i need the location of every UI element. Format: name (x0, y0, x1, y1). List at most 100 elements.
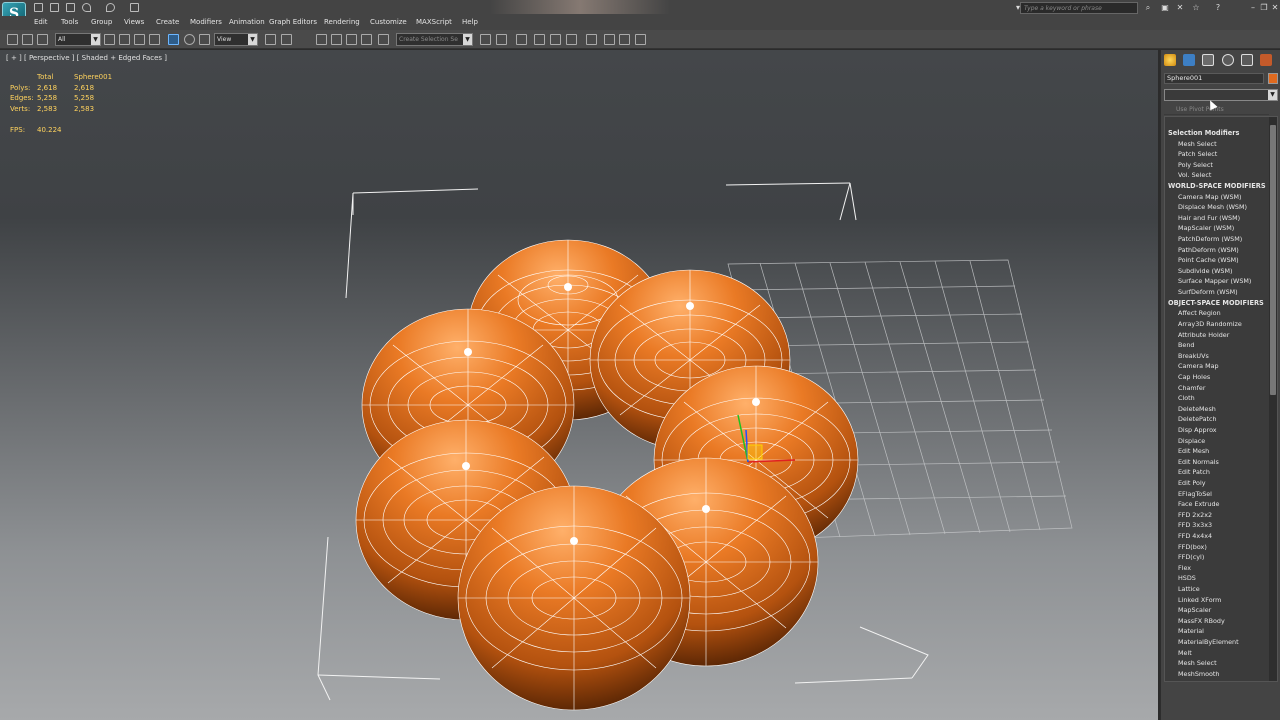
unlink-selection-icon[interactable] (22, 34, 33, 45)
modifier-item[interactable]: Camera Map (WSM) (1178, 193, 1242, 201)
redo-icon[interactable] (106, 3, 115, 12)
modifier-item[interactable]: Surface Mapper (WSM) (1178, 277, 1251, 285)
render-setup-icon[interactable] (604, 34, 615, 45)
modifier-item[interactable]: Array3D Randomize (1178, 320, 1242, 328)
modify-tab-icon[interactable] (1183, 54, 1195, 66)
modifier-item[interactable]: FFD(box) (1178, 543, 1207, 551)
named-selection-sets-dropdown[interactable]: Create Selection Se ▼ (396, 33, 473, 46)
modifier-item[interactable]: MeshSmooth (1178, 670, 1219, 678)
menu-help[interactable]: Help (462, 18, 478, 26)
close-icon[interactable]: ✕ (1270, 3, 1280, 13)
menu-edit[interactable]: Edit (34, 18, 48, 26)
modifier-item[interactable]: Patch Select (1178, 150, 1217, 158)
curve-editor-icon[interactable] (550, 34, 561, 45)
help-icon[interactable]: ? (1213, 3, 1223, 13)
modifier-item[interactable]: Mesh Select (1178, 140, 1217, 148)
motion-tab-icon[interactable] (1222, 54, 1234, 66)
modifier-list-popup[interactable]: Selection Modifiers Mesh Select Patch Se… (1164, 116, 1278, 682)
save-file-icon[interactable] (66, 3, 75, 12)
rendered-frame-window-icon[interactable] (619, 34, 630, 45)
menu-create[interactable]: Create (156, 18, 179, 26)
modifier-item[interactable]: MapScaler (WSM) (1178, 224, 1234, 232)
select-and-rotate-icon[interactable] (184, 34, 195, 45)
modifier-item[interactable]: Edit Poly (1178, 479, 1206, 487)
subscription-icon[interactable]: ▣ (1160, 3, 1170, 13)
modifier-item[interactable]: Chamfer (1178, 384, 1205, 392)
layer-manager-icon[interactable] (516, 34, 527, 45)
modifier-item[interactable]: FFD(cyl) (1178, 553, 1204, 561)
menu-views[interactable]: Views (124, 18, 144, 26)
create-tab-icon[interactable] (1164, 54, 1176, 66)
select-and-move-icon[interactable] (168, 34, 179, 45)
modifier-item[interactable]: Face Extrude (1178, 500, 1219, 508)
modifier-item[interactable]: Displace Mesh (WSM) (1178, 203, 1247, 211)
angle-snap-icon[interactable] (331, 34, 342, 45)
modifier-item[interactable]: SurfDeform (WSM) (1178, 288, 1238, 296)
modifier-item[interactable]: Poly Select (1178, 161, 1213, 169)
menu-animation[interactable]: Animation (229, 18, 265, 26)
menu-group[interactable]: Group (91, 18, 112, 26)
new-file-icon[interactable] (34, 3, 43, 12)
modifier-item[interactable]: Subdivide (WSM) (1178, 267, 1232, 275)
selection-filter-dropdown[interactable]: All ▼ (55, 33, 101, 46)
modifier-item[interactable]: MaterialByElement (1178, 638, 1239, 646)
modifier-item[interactable]: FFD 3x3x3 (1178, 521, 1212, 529)
menu-tools[interactable]: Tools (61, 18, 78, 26)
perspective-viewport[interactable]: [ + ] [ Perspective ] [ Shaded + Edged F… (0, 50, 1158, 720)
undo-icon[interactable] (82, 3, 91, 12)
hierarchy-tab-icon[interactable] (1202, 54, 1214, 66)
pivot-center-icon[interactable] (265, 34, 276, 45)
minimize-icon[interactable]: – (1248, 3, 1258, 13)
menu-modifiers[interactable]: Modifiers (190, 18, 222, 26)
modifier-item[interactable]: Material (1178, 627, 1204, 635)
modifier-item[interactable]: Linked XForm (1178, 596, 1221, 604)
display-tab-icon[interactable] (1241, 54, 1253, 66)
bind-space-warp-icon[interactable] (37, 34, 48, 45)
open-file-icon[interactable] (50, 3, 59, 12)
viewport-label[interactable]: [ + ] [ Perspective ] [ Shaded + Edged F… (6, 54, 167, 62)
modifier-item[interactable]: Edit Mesh (1178, 447, 1209, 455)
chevron-down-icon[interactable]: ▾ (1013, 3, 1023, 13)
search-input[interactable]: Type a keyword or phrase (1020, 2, 1138, 14)
menu-maxscript[interactable]: MAXScript (416, 18, 452, 26)
percent-snap-icon[interactable] (346, 34, 357, 45)
select-by-name-icon[interactable] (119, 34, 130, 45)
modifier-item[interactable]: PathDeform (WSM) (1178, 246, 1239, 254)
communication-icon[interactable]: ✕ (1175, 3, 1185, 13)
object-color-swatch[interactable] (1268, 73, 1278, 84)
modifier-item[interactable]: Attribute Holder (1178, 331, 1229, 339)
modifier-item[interactable]: BreakUVs (1178, 352, 1209, 360)
utilities-tab-icon[interactable] (1260, 54, 1272, 66)
reference-coordinate-dropdown[interactable]: View ▼ (214, 33, 258, 46)
menu-customize[interactable]: Customize (370, 18, 407, 26)
menu-graph-editors[interactable]: Graph Editors (269, 18, 317, 26)
spinner-snap-icon[interactable] (361, 34, 372, 45)
restore-icon[interactable]: ❐ (1259, 3, 1269, 13)
modifier-item[interactable]: Mesh Select (1178, 659, 1217, 667)
favorites-star-icon[interactable]: ☆ (1191, 3, 1201, 13)
material-editor-icon[interactable] (586, 34, 597, 45)
modifier-item[interactable]: Lattice (1178, 585, 1200, 593)
modifier-item[interactable]: Melt (1178, 649, 1192, 657)
modifier-item[interactable]: MassFX RBody (1178, 617, 1225, 625)
modifier-item[interactable]: Edit Normals (1178, 458, 1219, 466)
modifier-item[interactable]: Edit Patch (1178, 468, 1210, 476)
modifier-item[interactable]: Hair and Fur (WSM) (1178, 214, 1240, 222)
modifier-item[interactable]: Point Cache (WSM) (1178, 256, 1239, 264)
modifier-item[interactable]: DeleteMesh (1178, 405, 1216, 413)
scrollbar-thumb[interactable] (1270, 125, 1276, 395)
modifier-item[interactable]: PatchDeform (WSM) (1178, 235, 1242, 243)
modifier-item[interactable]: Cloth (1178, 394, 1195, 402)
modifier-item[interactable]: MapScaler (1178, 606, 1211, 614)
modifier-item[interactable]: Affect Region (1178, 309, 1221, 317)
render-production-icon[interactable] (635, 34, 646, 45)
edit-named-selections-icon[interactable] (378, 34, 389, 45)
modifier-item[interactable]: Vol. Select (1178, 171, 1211, 179)
menu-rendering[interactable]: Rendering (324, 18, 360, 26)
snaps-toggle-icon[interactable] (316, 34, 327, 45)
select-object-icon[interactable] (104, 34, 115, 45)
modifier-item[interactable]: HSDS (1178, 574, 1196, 582)
modifier-list-scrollbar[interactable] (1269, 117, 1277, 681)
modifier-item[interactable]: Displace (1178, 437, 1205, 445)
modifier-item[interactable]: Flex (1178, 564, 1191, 572)
